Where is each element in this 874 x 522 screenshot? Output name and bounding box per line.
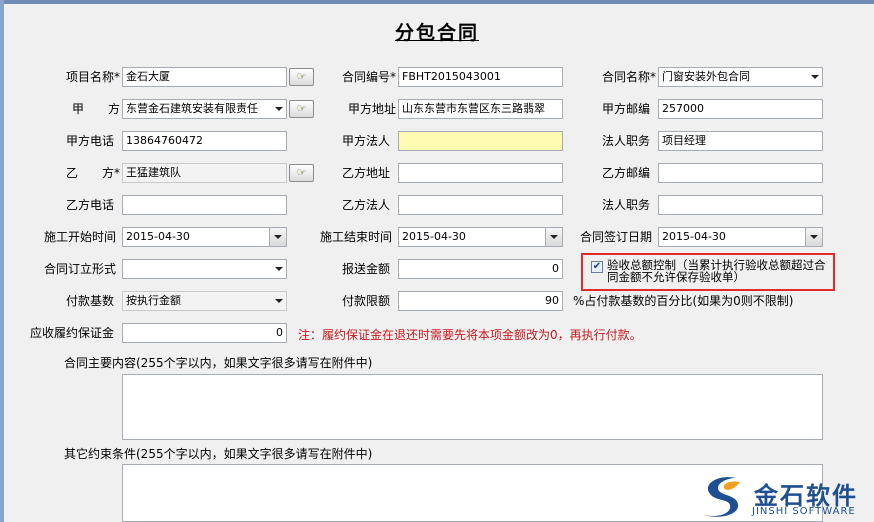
party-b-label: 乙 方* xyxy=(65,166,120,180)
reported-amount-input[interactable]: 0 xyxy=(398,259,563,279)
project-picker-button[interactable]: ☞ xyxy=(289,68,314,86)
sign-date-picker[interactable]: 2015-04-30 xyxy=(658,227,823,247)
deposit-note: 注：履约保证金在退还时需要先将本项金额改为0，再执行付款。 xyxy=(298,328,642,342)
party-b-legal-title-input[interactable] xyxy=(658,195,823,215)
other-terms-label: 其它约束条件(255个字以内，如果文字很多请写在附件中) xyxy=(64,447,373,461)
acceptance-checkbox[interactable]: ✔ xyxy=(591,261,603,273)
calendar-dropdown-icon[interactable] xyxy=(805,228,822,246)
party-a-zip-label: 甲方邮编 xyxy=(601,102,650,116)
sign-date-value: 2015-04-30 xyxy=(662,230,726,243)
party-b-legal-label: 乙方法人 xyxy=(341,198,390,212)
logo-swoosh-icon xyxy=(702,477,740,517)
party-a-address-label: 甲方地址 xyxy=(347,102,396,116)
contract-form-label: 合同订立形式 xyxy=(43,262,116,276)
contract-name-value: 门窗安装外包合同 xyxy=(662,70,750,83)
chevron-down-icon xyxy=(275,299,283,303)
project-name-input[interactable]: 金石大厦 xyxy=(122,67,287,87)
party-a-legal-label: 甲方法人 xyxy=(341,134,390,148)
project-name-label: 项目名称* xyxy=(65,70,120,84)
start-date-label: 施工开始时间 xyxy=(43,230,116,244)
party-b-phone-label: 乙方电话 xyxy=(65,198,114,212)
start-date-value: 2015-04-30 xyxy=(126,230,190,243)
payment-base-label: 付款基数 xyxy=(65,294,114,308)
contract-name-label: 合同名称* xyxy=(601,70,656,84)
party-b-address-input[interactable] xyxy=(398,163,563,183)
payment-limit-label: 付款限额 xyxy=(341,294,390,308)
party-b-zip-input[interactable] xyxy=(658,163,823,183)
acceptance-checkbox-label: 验收总额控制（当累计执行验收总额超过合同金额不允许保存验收单） xyxy=(607,258,826,284)
payment-base-value: 按执行金额 xyxy=(126,294,181,307)
party-a-phone-label: 甲方电话 xyxy=(65,134,114,148)
checkmark-icon: ✔ xyxy=(592,261,602,272)
party-a-label: 甲 方 xyxy=(71,102,120,116)
sign-date-label: 合同签订日期 xyxy=(579,230,652,244)
party-a-picker-button[interactable]: ☞ xyxy=(289,100,314,118)
deposit-input[interactable]: 0 xyxy=(122,323,287,343)
main-content-label: 合同主要内容(255个字以内，如果文字很多请写在附件中) xyxy=(64,356,373,370)
party-a-phone-input[interactable]: 13864760472 xyxy=(122,131,287,151)
hand-pointer-icon: ☞ xyxy=(296,166,307,179)
end-date-label: 施工结束时间 xyxy=(319,230,392,244)
party-a-address-input[interactable]: 山东东营市东营区东三路翡翠 xyxy=(398,99,563,119)
party-b-address-label: 乙方地址 xyxy=(341,166,390,180)
reported-amount-label: 报送金额 xyxy=(341,262,390,276)
chevron-down-icon xyxy=(811,75,819,79)
end-date-picker[interactable]: 2015-04-30 xyxy=(398,227,563,247)
payment-limit-input[interactable]: 90 xyxy=(398,291,563,311)
contract-name-select[interactable]: 门窗安装外包合同 xyxy=(658,67,823,87)
jinshi-logo: 金石软件 JINSHI SOFTWARE xyxy=(694,470,874,522)
calendar-dropdown-icon[interactable] xyxy=(545,228,562,246)
contract-form-select[interactable] xyxy=(122,259,287,279)
party-a-value: 东营金石建筑安装有限责任 xyxy=(126,102,258,115)
party-a-legal-input[interactable] xyxy=(398,131,563,151)
contract-no-label: 合同编号* xyxy=(341,70,396,84)
page-title: 分包合同 xyxy=(394,22,479,44)
party-b-input[interactable]: 王猛建筑队 xyxy=(122,163,287,183)
main-content-textarea[interactable] xyxy=(122,374,823,440)
party-b-legal-title-label: 法人职务 xyxy=(601,198,650,212)
party-b-phone-input[interactable] xyxy=(122,195,287,215)
chevron-down-icon xyxy=(275,267,283,271)
party-a-zip-input[interactable]: 257000 xyxy=(658,99,823,119)
party-b-legal-input[interactable] xyxy=(398,195,563,215)
legal-title-input[interactable]: 项目经理 xyxy=(658,131,823,151)
start-date-picker[interactable]: 2015-04-30 xyxy=(122,227,287,247)
end-date-value: 2015-04-30 xyxy=(402,230,466,243)
party-b-zip-label: 乙方邮编 xyxy=(601,166,650,180)
calendar-dropdown-icon[interactable] xyxy=(269,228,286,246)
logo-subtext: JINSHI SOFTWARE xyxy=(752,506,856,517)
party-b-picker-button[interactable]: ☞ xyxy=(289,164,314,182)
hand-pointer-icon: ☞ xyxy=(296,102,307,115)
contract-no-input[interactable]: FBHT2015043001 xyxy=(398,67,563,87)
chevron-down-icon xyxy=(275,107,283,111)
hand-pointer-icon: ☞ xyxy=(296,70,307,83)
payment-base-select[interactable]: 按执行金额 xyxy=(122,291,287,311)
deposit-label: 应收履约保证金 xyxy=(29,326,114,340)
payment-limit-note: %占付款基数的百分比(如果为0则不限制) xyxy=(573,294,794,308)
legal-title-label: 法人职务 xyxy=(601,134,650,148)
party-a-select[interactable]: 东营金石建筑安装有限责任 xyxy=(122,99,287,119)
